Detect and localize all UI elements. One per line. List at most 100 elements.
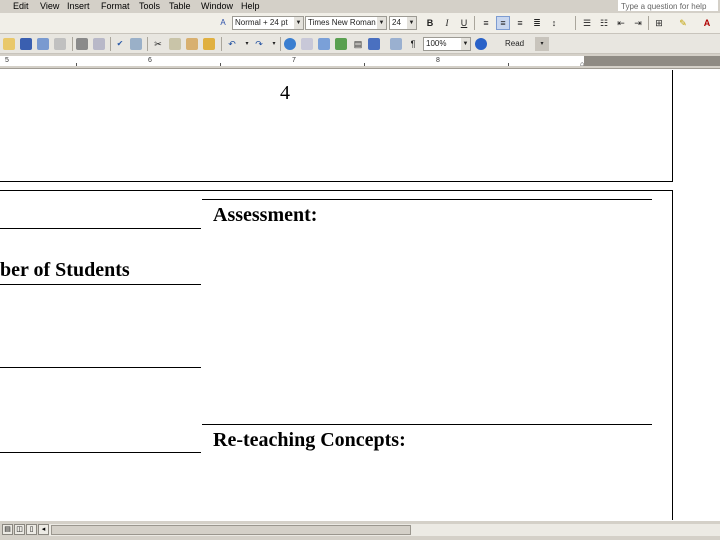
menu-bar: Edit View Insert Format Tools Table Wind…	[0, 0, 720, 13]
scrollbar-thumb[interactable]	[51, 525, 411, 535]
font-size-select[interactable]: 24 ▼	[389, 16, 417, 30]
ruler-mark: 5	[5, 57, 9, 64]
separator	[110, 37, 111, 51]
document-area[interactable]: 4 Assessment: ber of Students Re-teachin…	[0, 70, 720, 520]
bullets-icon[interactable]: ☷	[597, 16, 611, 30]
spelling-icon[interactable]: ✔	[113, 37, 127, 51]
ruler-mark: 7	[292, 57, 296, 64]
drawing-icon[interactable]	[368, 38, 380, 50]
table-rule	[202, 199, 652, 200]
table-rule	[0, 452, 201, 453]
reteaching-heading: Re-teaching Concepts:	[213, 429, 406, 451]
justify-icon[interactable]: ≣	[530, 16, 544, 30]
right-indent-marker[interactable]: ⌂	[580, 61, 584, 68]
chevron-down-icon: ▼	[407, 17, 416, 29]
numbering-icon[interactable]: ☰	[580, 16, 594, 30]
redo-icon[interactable]: ↷	[252, 37, 266, 51]
ruler-margin-area	[584, 56, 720, 66]
ruler-tick	[220, 63, 221, 66]
horizontal-scrollbar[interactable]	[49, 524, 720, 536]
style-select[interactable]: Normal + 24 pt ▼	[232, 16, 304, 30]
page-edge	[672, 190, 673, 520]
separator	[474, 16, 475, 30]
highlight-icon[interactable]: ✎	[676, 16, 690, 30]
chevron-down-icon: ▼	[294, 17, 303, 29]
font-size-value: 24	[392, 18, 401, 27]
normal-view-icon[interactable]: ▤	[2, 524, 13, 535]
underline-button[interactable]: U	[457, 16, 471, 30]
ruler-tick	[364, 63, 365, 66]
ruler-tick	[76, 63, 77, 66]
align-center-icon[interactable]: ≡	[496, 16, 510, 30]
menu-help[interactable]: Help	[241, 0, 260, 12]
menu-window[interactable]: Window	[201, 0, 233, 12]
permission-icon[interactable]	[37, 38, 49, 50]
undo-icon[interactable]: ↶	[225, 37, 239, 51]
ask-question-field[interactable]: Type a question for help	[618, 0, 718, 11]
document-map-icon[interactable]	[390, 38, 402, 50]
toolbar-options-icon[interactable]: ▾	[535, 37, 549, 51]
insert-excel-icon[interactable]	[335, 38, 347, 50]
cut-icon[interactable]: ✂	[151, 37, 165, 51]
formatting-toolbar: A Normal + 24 pt ▼ Times New Roman ▼ 24 …	[0, 13, 720, 34]
font-color-icon[interactable]: A	[700, 16, 714, 30]
page-edge	[672, 70, 673, 182]
horizontal-ruler[interactable]: 5 6 7 8 ⌂	[0, 54, 720, 69]
border-icon[interactable]: ⊞	[652, 16, 666, 30]
table-rule	[0, 284, 201, 285]
format-painter-icon[interactable]	[203, 38, 215, 50]
table-rule	[202, 424, 652, 425]
students-heading: ber of Students	[0, 259, 130, 281]
show-hide-icon[interactable]: ¶	[406, 37, 420, 51]
styles-pane-icon[interactable]: A	[216, 16, 230, 30]
print-preview-icon[interactable]	[93, 38, 105, 50]
chevron-down-icon: ▼	[377, 17, 386, 29]
font-select[interactable]: Times New Roman ▼	[305, 16, 387, 30]
hyperlink-icon[interactable]	[284, 38, 296, 50]
menu-edit[interactable]: Edit	[13, 0, 29, 12]
insert-table-icon[interactable]	[318, 38, 330, 50]
menu-format[interactable]: Format	[101, 0, 130, 12]
columns-icon[interactable]: ▤	[351, 37, 365, 51]
menu-table[interactable]: Table	[169, 0, 191, 12]
read-button[interactable]: Read	[494, 37, 534, 51]
chevron-down-icon: ▼	[461, 38, 470, 50]
save-icon[interactable]	[20, 38, 32, 50]
chevron-down-icon[interactable]: ▾	[267, 37, 281, 51]
read-label: Read	[505, 39, 525, 48]
decrease-indent-icon[interactable]: ⇤	[614, 16, 628, 30]
page-top-border	[0, 190, 673, 191]
copy-icon[interactable]	[169, 38, 181, 50]
table-rule	[0, 228, 201, 229]
zoom-value: 100%	[426, 39, 447, 48]
align-left-icon[interactable]: ≡	[479, 16, 493, 30]
menu-insert[interactable]: Insert	[67, 0, 90, 12]
print-icon[interactable]	[76, 38, 88, 50]
scroll-left-icon[interactable]: ◂	[38, 524, 49, 535]
help-icon[interactable]	[475, 38, 487, 50]
assessment-heading: Assessment:	[213, 204, 318, 226]
separator	[648, 16, 649, 30]
font-select-value: Times New Roman	[308, 18, 376, 27]
align-right-icon[interactable]: ≡	[513, 16, 527, 30]
separator	[575, 16, 576, 30]
open-icon[interactable]	[3, 38, 15, 50]
web-layout-icon[interactable]: ◫	[14, 524, 25, 535]
italic-button[interactable]: I	[440, 16, 454, 30]
separator	[221, 37, 222, 51]
line-spacing-icon[interactable]: ↕	[547, 16, 561, 30]
tables-borders-icon[interactable]	[301, 38, 313, 50]
page-bottom-border	[0, 181, 673, 182]
menu-view[interactable]: View	[40, 0, 59, 12]
bold-button[interactable]: B	[423, 16, 437, 30]
zoom-select[interactable]: 100% ▼	[423, 37, 471, 51]
table-rule	[0, 367, 201, 368]
separator	[280, 37, 281, 51]
paste-icon[interactable]	[186, 38, 198, 50]
menu-tools[interactable]: Tools	[139, 0, 160, 12]
research-icon[interactable]	[130, 38, 142, 50]
increase-indent-icon[interactable]: ⇥	[631, 16, 645, 30]
status-bar: ▤ ◫ ▯ ◂	[0, 520, 720, 540]
print-layout-icon[interactable]: ▯	[26, 524, 37, 535]
email-icon[interactable]	[54, 38, 66, 50]
